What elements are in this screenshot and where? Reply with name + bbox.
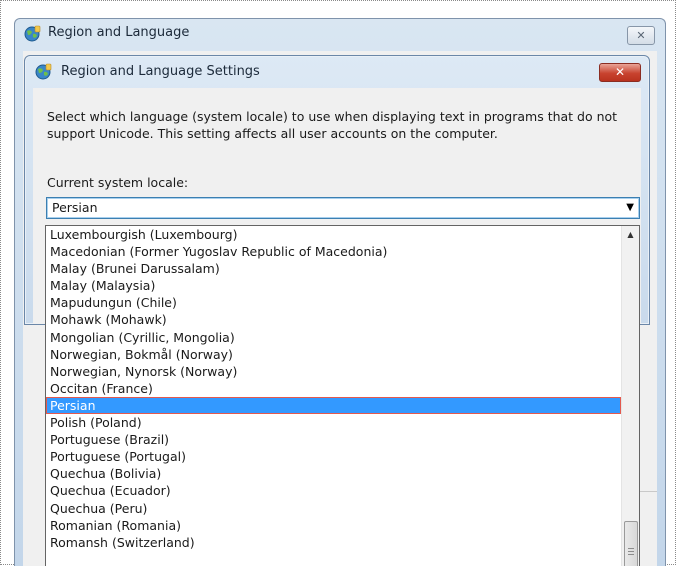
close-icon: ✕ — [614, 65, 626, 79]
locale-option[interactable]: Mongolian (Cyrillic, Mongolia) — [46, 329, 621, 346]
locale-option[interactable]: Luxembourgish (Luxembourg) — [46, 226, 621, 243]
scroll-thumb[interactable] — [624, 521, 638, 566]
locale-option[interactable]: Romansh (Switzerland) — [46, 534, 621, 551]
locale-option[interactable]: Quechua (Ecuador) — [46, 482, 621, 499]
locale-option[interactable]: Malay (Malaysia) — [46, 277, 621, 294]
locale-option[interactable]: Norwegian, Nynorsk (Norway) — [46, 363, 621, 380]
globe-icon — [24, 25, 41, 42]
locale-option[interactable]: Polish (Poland) — [46, 414, 621, 431]
dialog-close-button[interactable]: ✕ — [599, 63, 641, 82]
current-locale-label: Current system locale: — [47, 175, 189, 190]
locale-options: Luxembourgish (Luxembourg) Macedonian (Fo… — [46, 226, 621, 551]
locale-option[interactable]: Malay (Brunei Darussalam) — [46, 260, 621, 277]
outer-close-button[interactable]: ✕ — [627, 26, 655, 45]
locale-option[interactable]: Norwegian, Bokmål (Norway) — [46, 346, 621, 363]
locale-option[interactable]: Portuguese (Brazil) — [46, 431, 621, 448]
outer-window-title: Region and Language — [48, 25, 190, 40]
locale-option[interactable]: Mapudungun (Chile) — [46, 294, 621, 311]
dialog-description: Select which language (system locale) to… — [47, 109, 618, 141]
locale-option[interactable]: Macedonian (Former Yugoslav Republic of … — [46, 243, 621, 260]
locale-option[interactable]: Quechua (Bolivia) — [46, 465, 621, 482]
scroll-up-icon[interactable]: ▲ — [622, 226, 639, 243]
close-icon: ✕ — [636, 29, 646, 42]
system-locale-value: Persian — [52, 200, 98, 215]
locale-option-selected[interactable]: Persian — [46, 396, 621, 415]
locale-option[interactable]: Quechua (Peru) — [46, 500, 621, 517]
dropdown-scrollbar[interactable]: ▲ — [621, 226, 639, 566]
locale-option[interactable]: Mohawk (Mohawk) — [46, 311, 621, 328]
dialog-titlebar: Region and Language Settings ✕ — [25, 56, 649, 86]
locale-option[interactable]: Romanian (Romania) — [46, 517, 621, 534]
locale-option[interactable]: Portuguese (Portugal) — [46, 448, 621, 465]
globe-icon — [35, 63, 52, 80]
grip-icon — [628, 548, 634, 555]
outer-titlebar: Region and Language ✕ — [15, 19, 665, 49]
chevron-down-icon[interactable]: ▼ — [626, 202, 634, 213]
locale-option[interactable]: Occitan (France) — [46, 380, 621, 397]
locale-dropdown-list[interactable]: Luxembourgish (Luxembourg) Macedonian (Fo… — [45, 225, 640, 566]
dialog-title: Region and Language Settings — [61, 64, 260, 79]
system-locale-combobox[interactable]: Persian ▼ — [46, 197, 640, 219]
